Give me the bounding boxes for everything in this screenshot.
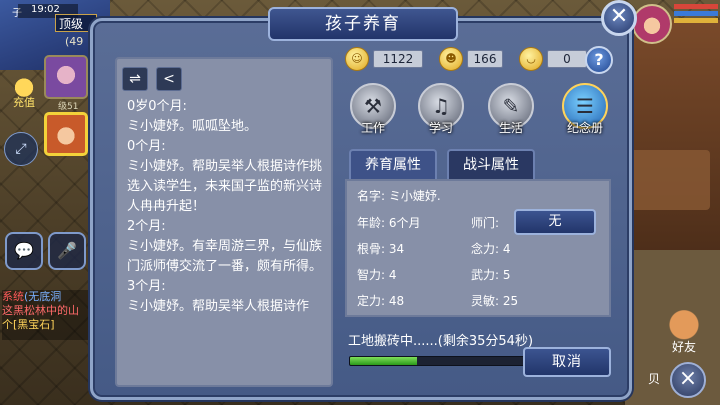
child-avatar-selected[interactable]	[44, 112, 88, 156]
task-progress-label: 工地搬砖中......(剩余35分54秒)	[348, 334, 534, 349]
task-progress-bar	[349, 356, 527, 366]
microphone-icon[interactable]: 🎤	[48, 232, 86, 270]
recharge-button[interactable]: 充值	[4, 78, 44, 110]
hud-count: (49	[65, 35, 84, 48]
task-progress-fill	[350, 357, 417, 365]
attr-lingmin: 灵敏: 25	[471, 292, 518, 309]
close-menu-icon[interactable]: ×	[670, 362, 706, 398]
currency-row: ☺ 1122 ☻ 166 ◡ 0	[345, 47, 587, 71]
coin-face-icon: ☻	[439, 47, 463, 71]
attr-lingmin-value: 25	[502, 294, 519, 308]
attr-wuli-value: 5	[502, 268, 511, 282]
attr-gengu-label: 根骨:	[357, 242, 386, 256]
chat-log[interactable]: 系统(无底洞 这黑松林中的山 个[黑宝石]	[2, 290, 92, 340]
work-button[interactable]: ⚒ 工作	[347, 83, 399, 139]
attr-name: 名字: ミ小婕妤.	[357, 187, 441, 204]
currency-value-1: 1122	[373, 50, 423, 68]
attr-wuli-label: 武力:	[471, 268, 500, 282]
chat-line: 系统(无底洞	[2, 290, 92, 304]
close-icon[interactable]: ✕	[601, 0, 637, 36]
log-line: 0岁0个月:	[127, 99, 187, 114]
attr-zhili: 智力: 4	[357, 266, 397, 283]
attr-lingmin-label: 灵敏:	[471, 294, 500, 308]
growth-log-text[interactable]: 0岁0个月: ミ小婕妤。呱呱坠地。 0个月: ミ小婕妤。帮助吴举人根据诗作挑选入读学生…	[127, 97, 331, 385]
right-building	[625, 20, 720, 270]
attr-name-value: ミ小婕妤.	[388, 189, 441, 203]
friends-button[interactable]: 好友	[662, 310, 706, 356]
life-label: 生活	[498, 121, 523, 135]
dialog-title: 孩子养育	[268, 7, 458, 41]
attribute-panel: 名字: ミ小婕妤. 年龄: 6个月 师门: 无 根骨: 34 念力: 4 智力:…	[345, 179, 611, 317]
study-button[interactable]: ♫ 学习	[415, 83, 467, 139]
album-button[interactable]: ☰ 纪念册	[559, 83, 611, 139]
chat-message-text: [黑宝石]	[13, 318, 55, 331]
help-icon[interactable]: ?	[585, 46, 613, 74]
attr-gengu-value: 34	[388, 242, 405, 256]
attr-name-label: 名字:	[357, 189, 386, 203]
log-line: 2个月:	[127, 219, 166, 234]
cancel-button[interactable]: 取消	[523, 347, 611, 377]
exp-bar	[674, 18, 718, 23]
coin-content-icon: ◡	[519, 47, 543, 71]
attr-nianli: 念力: 4	[471, 240, 511, 257]
log-line: ミ小婕妤。有幸周游三界，与仙族门派师傅交流了一番，颇有所得。	[127, 239, 323, 274]
album-label: 纪念册	[566, 121, 603, 135]
attr-wuli: 武力: 5	[471, 266, 511, 283]
log-line: ミ小婕妤。呱呱坠地。	[127, 119, 258, 134]
log-line: ミ小婕妤。帮助吴举人根据诗作	[127, 299, 310, 314]
party-member-avatar-1[interactable]	[44, 55, 88, 99]
study-label: 学习	[428, 121, 453, 135]
attr-age-value: 6个月	[388, 216, 421, 230]
growth-log-panel: ⇌ < 0岁0个月: ミ小婕妤。呱呱坠地。 0个月: ミ小婕妤。帮助吴举人根据诗作挑选…	[115, 57, 333, 387]
attr-age-label: 年龄:	[357, 216, 386, 230]
chat-message-text: 这黑松林中的山	[2, 304, 79, 317]
right-table	[630, 150, 710, 210]
master-button[interactable]: 无	[514, 209, 596, 235]
log-line: ミ小婕妤。帮助吴举人根据诗作挑选入读学生，未来国子监的新兴诗人冉冉升起！	[127, 159, 323, 214]
attr-gengu: 根骨: 34	[357, 240, 404, 257]
life-button[interactable]: ✎ 生活	[485, 83, 537, 139]
work-label: 工作	[360, 121, 385, 135]
attr-dingli-value: 48	[388, 294, 405, 308]
child-raising-dialog: 孩子养育 ⇌ < 0岁0个月: ミ小婕妤。呱呱坠地。 0个月: ミ小婕妤。帮助吴举人根…	[90, 7, 632, 400]
chat-channel-tag: 系统	[2, 290, 24, 303]
attr-dingli: 定力: 48	[357, 292, 404, 309]
attr-nianli-label: 念力:	[471, 242, 500, 256]
chat-message-text: (无底洞	[24, 290, 62, 303]
attr-zhili-label: 智力:	[357, 268, 386, 282]
tab-raising-attributes[interactable]: 养育属性	[349, 149, 437, 179]
equipment-label: 贝	[647, 372, 660, 386]
chat-line: 个[黑宝石]	[2, 318, 92, 332]
level-tag: 级51	[58, 102, 79, 112]
chat-line: 这黑松林中的山	[2, 304, 92, 318]
log-line: 3个月:	[127, 279, 166, 294]
attr-age: 年龄: 6个月	[357, 214, 421, 231]
log-line: 0个月:	[127, 139, 166, 154]
attr-dingli-label: 定力:	[357, 294, 386, 308]
log-toolbar: ⇌ <	[122, 67, 182, 91]
player-status-bars	[674, 4, 718, 25]
chat-channel-tag: 个	[2, 318, 13, 331]
attr-zhili-value: 4	[388, 268, 397, 282]
attr-master-label: 师门:	[471, 216, 500, 230]
swap-arrows-icon[interactable]: ⇌	[122, 67, 148, 91]
coin-smile-icon: ☺	[345, 47, 369, 71]
expand-arrows-icon[interactable]: ⤢	[4, 132, 38, 166]
chat-bubble-icon[interactable]: 💬	[5, 232, 43, 270]
currency-value-3: 0	[547, 50, 587, 68]
share-icon[interactable]: <	[156, 67, 182, 91]
currency-value-2: 166	[467, 50, 503, 68]
player-portrait[interactable]	[632, 4, 672, 44]
tab-combat-attributes[interactable]: 战斗属性	[447, 149, 535, 179]
attr-nianli-value: 4	[502, 242, 511, 256]
hp-bar	[674, 4, 718, 9]
mp-bar	[674, 11, 718, 16]
